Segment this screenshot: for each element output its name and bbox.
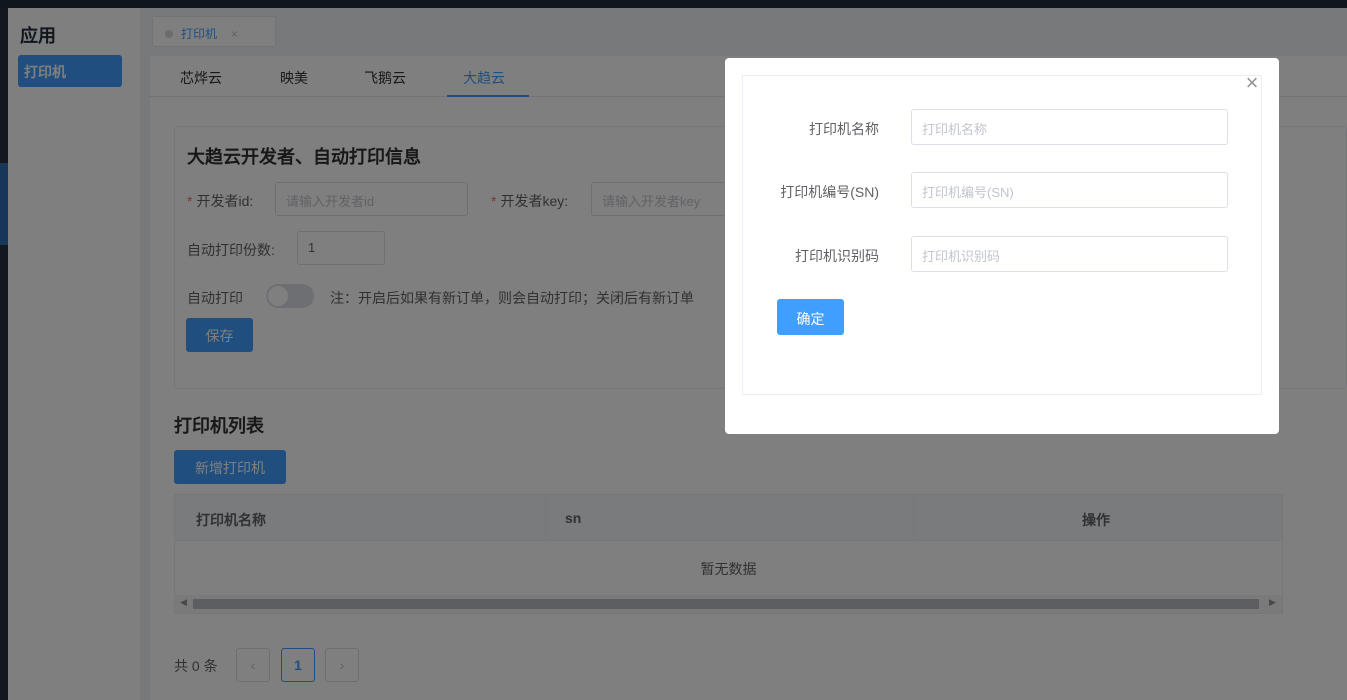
printer-sn-input[interactable]: 打印机编号(SN) xyxy=(911,172,1228,208)
dialog-form: 打印机名称 打印机名称 打印机编号(SN) 打印机编号(SN) 打印机识别码 打… xyxy=(742,75,1262,395)
printer-sn-label: 打印机编号(SN) xyxy=(780,184,879,200)
add-printer-dialog: × 打印机名称 打印机名称 打印机编号(SN) 打印机编号(SN) 打印机识别码… xyxy=(725,58,1279,434)
confirm-button[interactable]: 确定 xyxy=(777,299,844,335)
printer-name-input[interactable]: 打印机名称 xyxy=(911,109,1228,145)
printer-name-label: 打印机名称 xyxy=(809,121,879,137)
printer-code-input[interactable]: 打印机识别码 xyxy=(911,236,1228,272)
printer-code-label: 打印机识别码 xyxy=(795,248,879,264)
